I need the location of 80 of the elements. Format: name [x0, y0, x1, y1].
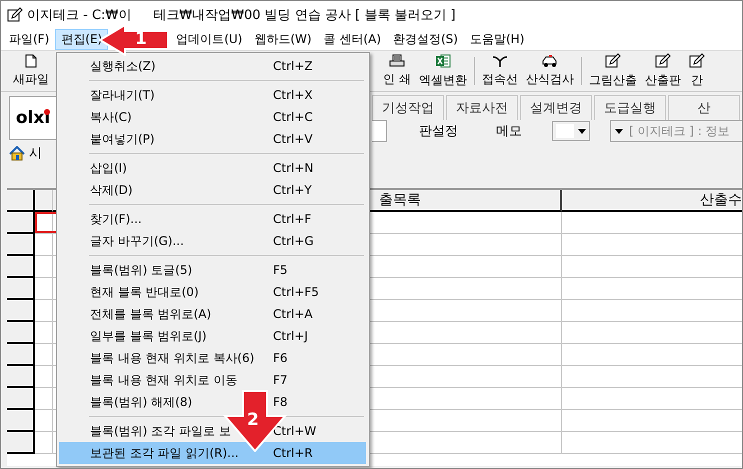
row-header[interactable] [7, 278, 35, 300]
toolbar-button[interactable]: 산출판 [640, 51, 685, 91]
menu-item[interactable]: 삽입(I) Ctrl+N [59, 157, 366, 179]
toolbar-button[interactable]: 산식검사 [522, 51, 578, 91]
table-cell[interactable] [35, 410, 53, 432]
row-header[interactable] [7, 256, 35, 278]
callout-number: 1 [135, 29, 147, 49]
window-title: 이지테크 - C:₩이 [27, 6, 132, 24]
menu-item[interactable]: 콜 센터(A) [318, 28, 387, 50]
option-label[interactable]: 메모 [496, 122, 522, 140]
row-header[interactable] [7, 322, 35, 344]
menu-item[interactable]: 환경설정(S) [387, 28, 464, 50]
row-header[interactable] [7, 212, 35, 234]
spreadsheet-icon [434, 53, 451, 69]
input-field[interactable] [372, 120, 387, 142]
tab[interactable]: 자료사전 [446, 95, 518, 120]
menu-item[interactable]: 잘라내기(T) Ctrl+X [59, 84, 366, 106]
row-header[interactable] [7, 388, 35, 410]
printer-icon [388, 54, 405, 68]
toolbar-button[interactable]: 간 [684, 51, 709, 91]
menu-item[interactable]: 도움말(H) [464, 28, 530, 50]
menu-item[interactable]: 일부를 블록 범위로(J) Ctrl+J [59, 325, 366, 347]
menu-item[interactable]: 업데이트(U) [170, 28, 248, 50]
row-header[interactable] [7, 300, 35, 322]
menu-item[interactable]: 실행취소(Z) Ctrl+Z [59, 55, 366, 77]
table-cell[interactable] [35, 234, 53, 256]
toolbar-button[interactable]: 엑셀변환 [414, 51, 471, 91]
row-header[interactable] [7, 366, 35, 388]
connector-icon [492, 54, 508, 68]
table-cell[interactable] [35, 322, 53, 344]
edit-icon [604, 53, 621, 69]
row-header[interactable] [7, 410, 35, 432]
row-header[interactable] [7, 344, 35, 366]
tab[interactable]: 설계변경 [520, 95, 592, 120]
edit-icon [654, 53, 671, 69]
menu-item[interactable]: 전체를 블록 범위로(A) Ctrl+A [59, 303, 366, 325]
document-icon [25, 54, 37, 68]
menu-item[interactable]: 현재 블록 반대로(0) Ctrl+F5 [59, 281, 366, 303]
menu-item[interactable]: 보관된 조각 파일 읽기(R)... Ctrl+R [59, 442, 366, 464]
tab[interactable]: 도급실행 [594, 95, 666, 120]
color-dropdown[interactable] [552, 121, 590, 141]
menu-item[interactable]: 글자 바꾸기(G)... Ctrl+G [59, 230, 366, 252]
row-header[interactable] [7, 432, 35, 454]
callout-number: 2 [247, 410, 259, 430]
table-cell[interactable] [35, 278, 53, 300]
menu-item[interactable]: 블록 내용 현재 위치로 이동 F7 [59, 369, 366, 391]
menu-item[interactable]: 편집(E) [55, 28, 108, 50]
menu-item[interactable]: 복사(C) Ctrl+C [59, 106, 366, 128]
toolbar-button[interactable]: 인 쇄 [379, 51, 415, 91]
menu-item[interactable]: 블록(범위) 해제(8) F8 [59, 391, 366, 413]
menu-item[interactable]: 블록 내용 현재 위치로 복사(6) F6 [59, 347, 366, 369]
home-icon[interactable] [9, 146, 25, 160]
tab[interactable]: 기성작업 [372, 95, 444, 120]
toolbar-button[interactable]: 그림산출 [584, 51, 641, 91]
caret-icon [615, 128, 623, 134]
breadcrumb-item[interactable]: 시 [29, 144, 42, 162]
edit-icon [7, 6, 23, 22]
column-header [35, 190, 53, 212]
menu-item[interactable]: 파일(F) [3, 28, 56, 50]
edit-icon [688, 53, 705, 69]
logo-text: olxi [16, 108, 50, 128]
row-header[interactable] [7, 234, 35, 256]
menu-item[interactable]: 웹하드(W) [248, 28, 318, 50]
caret-icon [578, 128, 586, 134]
toolbar-button[interactable]: 접속선 [478, 51, 522, 91]
table-cell[interactable] [35, 432, 53, 454]
window-title: 테크₩내작업₩00 빌딩 연습 공사 [ 블록 불러오기 ] [153, 6, 456, 24]
option-label[interactable]: 판설정 [419, 122, 458, 140]
header-corner [7, 190, 35, 212]
table-cell[interactable] [35, 344, 53, 366]
table-cell[interactable] [35, 366, 53, 388]
toolbar-button[interactable]: 새파일 [9, 51, 53, 91]
table-cell[interactable] [35, 388, 53, 410]
menu-item[interactable]: 붙여넣기(P) Ctrl+V [59, 128, 366, 150]
menu-item[interactable]: 블록(범위) 토글(5) F5 [59, 259, 366, 281]
car-icon [540, 54, 559, 68]
table-cell[interactable] [35, 300, 53, 322]
column-header: 산출수 [562, 190, 742, 212]
tab[interactable]: 산 [668, 95, 740, 120]
table-cell[interactable] [35, 256, 53, 278]
